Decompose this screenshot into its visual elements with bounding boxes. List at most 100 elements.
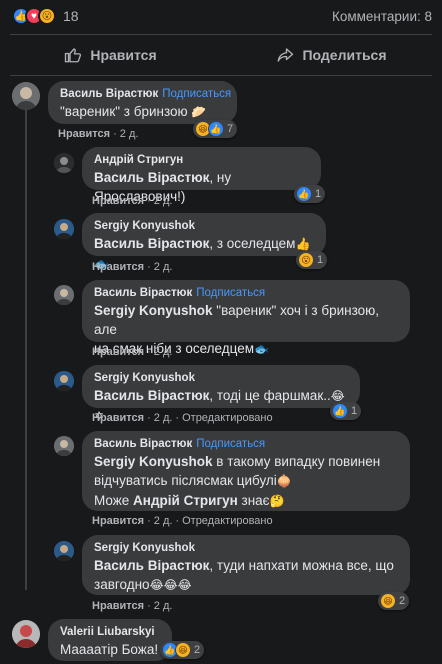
divider: [10, 75, 432, 76]
comment-meta: Нравится · 2 д. · Отредактировано: [92, 515, 273, 527]
comment-time[interactable]: 2 д.: [154, 412, 173, 424]
avatar[interactable]: [54, 436, 74, 456]
comment-author[interactable]: Василь Вірастюк: [94, 287, 192, 299]
comment-bubble: Sergiy Konyushok Василь Вірастюк, туди н…: [82, 535, 410, 595]
comment-author[interactable]: Василь Вірастюк: [60, 88, 158, 100]
thread-line: [25, 110, 27, 590]
avatar[interactable]: [54, 285, 74, 305]
laugh-reaction-icon: 😆: [380, 593, 396, 609]
comment-meta: Нравится · 2 д.: [92, 600, 173, 612]
comment-like-link[interactable]: Нравится: [92, 515, 144, 527]
mention-link[interactable]: Sergiy Konyushok: [94, 303, 213, 318]
comment-bubble: Василь Вірастюк Подписаться Sergiy Konyus…: [82, 280, 410, 356]
avatar-image: [12, 620, 40, 648]
like-reaction-icon: 👍: [332, 403, 348, 419]
comment-bubble: Valerii Liubarskyi Мааaатір Божа!: [48, 619, 172, 661]
like-button[interactable]: Нравится: [0, 36, 221, 74]
reaction-badge[interactable]: 👍 1: [294, 185, 326, 203]
reaction-badge[interactable]: 😮 1: [296, 251, 328, 269]
comment-text-line3: Може: [94, 493, 134, 508]
avatar[interactable]: [54, 219, 74, 239]
avatar[interactable]: [12, 82, 40, 110]
comment-text: , туди напхати можна все, що: [209, 558, 394, 573]
edited-label: Отредактировано: [182, 515, 273, 527]
post-stats-bar: 👍 ♥ 😮 18 Комментарии: 8: [0, 0, 442, 34]
comment-text: , тоді це фаршмак..: [209, 388, 331, 403]
onion-emoji: 🧅: [276, 474, 292, 488]
comment-like-link[interactable]: Нравится: [92, 346, 144, 358]
comment-text-line2: завгодно: [94, 577, 150, 592]
reaction-count: 1: [317, 254, 324, 266]
comment-bubble: Sergiy Konyushok Василь Вірастюк, тоді ц…: [82, 365, 360, 423]
like-reaction-icon: 👍: [296, 186, 312, 202]
comment-time[interactable]: 2 д.: [154, 195, 173, 207]
comment-time[interactable]: 2 д.: [120, 128, 139, 140]
comment-bubble: Василь Вірастюк Подписаться Sergiy Konyus…: [82, 431, 410, 511]
mention-link[interactable]: Андрій Стригун: [133, 493, 238, 508]
reaction-count: 1: [351, 405, 358, 417]
reaction-count: 18: [63, 8, 79, 24]
comment-time[interactable]: 2 д.: [154, 515, 173, 527]
reaction-badge[interactable]: 😆 2: [378, 592, 410, 610]
comment-like-link[interactable]: Нравится: [92, 195, 144, 207]
comment-author[interactable]: Sergiy Konyushok: [94, 542, 195, 554]
wow-icon: 😮: [38, 7, 56, 25]
comment-author[interactable]: Василь Вірастюк: [94, 438, 192, 450]
mention-link[interactable]: Sergiy Konyushok: [94, 454, 213, 469]
post-actions: Нравится Поделиться: [0, 36, 442, 74]
avatar[interactable]: [54, 371, 74, 391]
reaction-count: 1: [315, 188, 322, 200]
comment-meta: Нравится · 2 д.: [58, 128, 139, 140]
comment-bubble: Василь Вірастюк Подписаться "вареник" з б…: [48, 81, 237, 124]
comments-count-link[interactable]: Комментарии: 8: [332, 9, 432, 24]
subscribe-link[interactable]: Подписаться: [162, 88, 231, 100]
comment-text: "вареник" з бринзою: [60, 104, 188, 119]
reaction-count: 2: [399, 595, 406, 607]
mention-link[interactable]: Василь Вірастюк: [94, 388, 209, 403]
like-reaction-icon: 👍: [208, 121, 224, 137]
dumpling-emoji: 🥟: [191, 105, 207, 119]
comment-time[interactable]: 2 д.: [154, 261, 173, 273]
comment-text-line3-end: знає: [237, 493, 270, 508]
comment-time[interactable]: 2 д.: [154, 346, 173, 358]
mention-link[interactable]: Василь Вірастюк: [94, 236, 209, 251]
share-button[interactable]: Поделиться: [221, 36, 442, 74]
comment-author[interactable]: Sergiy Konyushok: [94, 220, 195, 232]
share-arrow-icon: [278, 48, 294, 62]
comment-like-link[interactable]: Нравится: [92, 412, 144, 424]
mention-link[interactable]: Василь Вірастюк: [94, 558, 209, 573]
reaction-badge[interactable]: 👍 😆 2: [160, 641, 205, 659]
comment-author[interactable]: Андрій Стригун: [94, 154, 183, 166]
avatar-image: [54, 285, 74, 305]
comment-author[interactable]: Valerii Liubarskyi: [60, 626, 155, 638]
avatar[interactable]: [54, 153, 74, 173]
comment-like-link[interactable]: Нравится: [92, 600, 144, 612]
avatar[interactable]: [54, 541, 74, 561]
comment-meta: Нравится · 2 д.: [92, 346, 173, 358]
share-button-label: Поделиться: [302, 47, 387, 63]
reaction-badge[interactable]: 👍 1: [330, 402, 362, 420]
reaction-badge[interactable]: 😆 👍 7: [193, 120, 238, 138]
comment-like-link[interactable]: Нравится: [92, 261, 144, 273]
avatar-image: [54, 153, 74, 173]
mention-link[interactable]: Василь Вірастюк: [94, 170, 209, 185]
avatar-image: [54, 541, 74, 561]
subscribe-link[interactable]: Подписаться: [196, 287, 265, 299]
thumbs-up-icon: [65, 48, 82, 63]
avatar-image: [54, 219, 74, 239]
comment-meta: Нравится · 2 д.: [92, 261, 173, 273]
avatar[interactable]: [12, 620, 40, 648]
comment-bubble: Андрій Стригун Василь Вірастюк, ну Яросл…: [82, 147, 321, 204]
wow-reaction-icon: 😮: [298, 252, 314, 268]
fish-emoji: 🐟: [253, 342, 269, 356]
subscribe-link[interactable]: Подписаться: [196, 438, 265, 450]
edited-label: Отредактировано: [182, 412, 273, 424]
comment-author[interactable]: Sergiy Konyushok: [94, 372, 195, 384]
comment-time[interactable]: 2 д.: [154, 600, 173, 612]
reaction-summary[interactable]: 👍 ♥ 😮 18: [12, 7, 79, 25]
reaction-count: 7: [227, 123, 234, 135]
comment-meta: Нравится · 2 д. · Отредактировано: [92, 412, 273, 424]
comment-text: в такому випадку повинен: [212, 454, 381, 469]
comment-like-link[interactable]: Нравится: [58, 128, 110, 140]
divider: [10, 34, 432, 35]
